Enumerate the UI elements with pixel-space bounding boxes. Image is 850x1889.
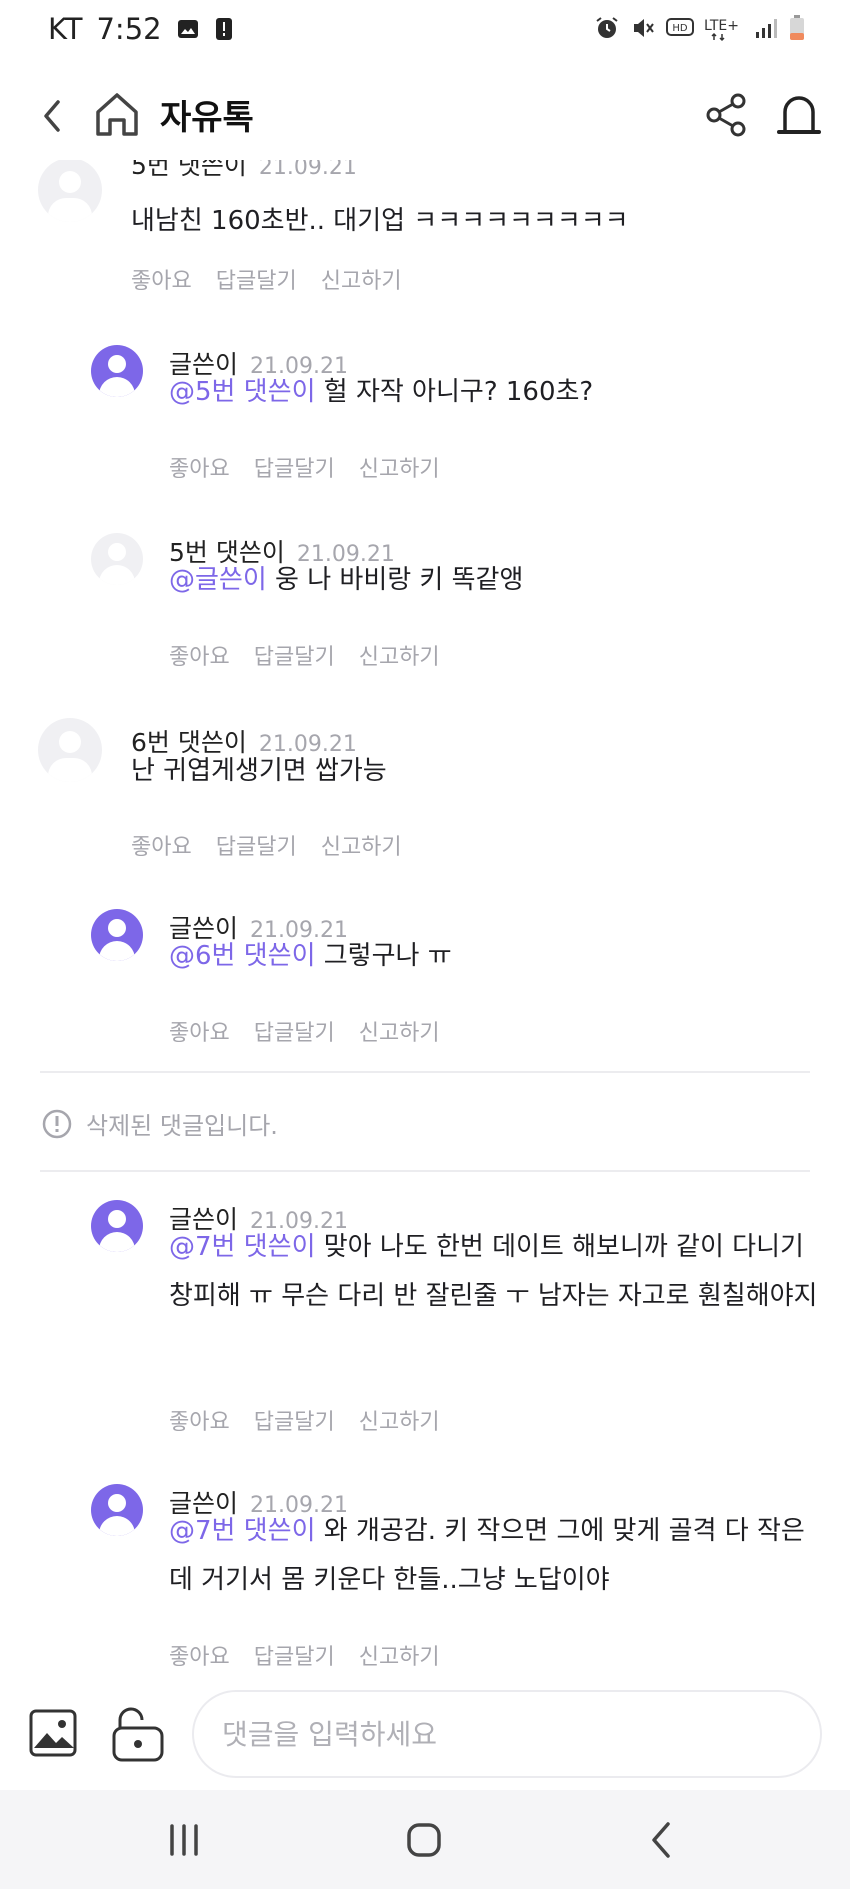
image-attach-icon[interactable]	[28, 1708, 78, 1758]
divider	[40, 1071, 810, 1073]
back-nav-icon[interactable]	[640, 1818, 684, 1862]
reply-button[interactable]: 답글달기	[216, 835, 297, 860]
like-button[interactable]: 좋아요	[169, 1645, 230, 1670]
svg-text:HD: HD	[672, 23, 688, 34]
comment-item: 5번 댓쓴이 21.09.21 내남친 160초반.. 대기업 ㅋㅋㅋㅋㅋㅋㅋㅋㅋ…	[0, 160, 850, 310]
reply-button[interactable]: 답글달기	[216, 269, 297, 294]
comment-composer	[0, 1690, 850, 1790]
comment-actions: 좋아요 답글달기 신고하기	[169, 639, 464, 671]
report-button[interactable]: 신고하기	[359, 1645, 440, 1670]
comment-actions: 좋아요 답글달기 신고하기	[169, 1404, 464, 1436]
gallery-notification-icon	[177, 20, 198, 38]
mention-link[interactable]: @6번 댓쓴이	[169, 941, 316, 971]
like-button[interactable]: 좋아요	[169, 645, 230, 670]
hd-voice-icon: HD	[666, 18, 694, 36]
comment-text: @7번 댓쓴이 맞아 나도 한번 데이트 해보니까 같이 다니기 창피해 ㅠ 무…	[169, 1232, 818, 1311]
like-button[interactable]: 좋아요	[131, 835, 192, 860]
mute-icon	[634, 19, 654, 37]
like-button[interactable]: 좋아요	[169, 1410, 230, 1435]
report-button[interactable]: 신고하기	[359, 457, 440, 482]
deleted-comment-text: 삭제된 댓글입니다.	[86, 1112, 278, 1140]
deleted-comment-notice: 삭제된 댓글입니다.	[42, 1106, 278, 1141]
report-button[interactable]: 신고하기	[321, 835, 402, 860]
comment-feed[interactable]: 5번 댓쓴이 21.09.21 내남친 160초반.. 대기업 ㅋㅋㅋㅋㅋㅋㅋㅋㅋ…	[0, 160, 850, 1690]
status-bar: KT 7:52 HD LTE+	[0, 0, 850, 60]
unlock-icon[interactable]	[110, 1704, 166, 1762]
alarm-icon	[596, 17, 618, 38]
comment-actions: 좋아요 답글달기 신고하기	[169, 1015, 464, 1047]
comment-text: @5번 댓쓴이 헐 자작 아니구? 160초?	[169, 377, 594, 407]
reply-item: 글쓴이 21.09.21 @5번 댓쓴이 헐 자작 아니구? 160초? 좋아요 답…	[0, 345, 850, 515]
author-avatar	[91, 345, 143, 397]
reply-button[interactable]: 답글달기	[254, 1021, 335, 1046]
comment-text: 난 귀엽게생기면 쌉가능	[131, 756, 387, 786]
clock: 7:52	[96, 12, 162, 46]
author-avatar	[91, 1484, 143, 1536]
divider	[40, 1170, 810, 1172]
comment-actions: 좋아요 답글달기 신고하기	[131, 829, 426, 861]
mention-link[interactable]: @5번 댓쓴이	[169, 377, 316, 407]
comment-text: @7번 댓쓴이 와 개공감. 키 작으면 그에 맞게 골격 다 작은데 거기서 …	[169, 1516, 805, 1595]
mention-link[interactable]: @7번 댓쓴이	[169, 1516, 316, 1546]
reply-item: 글쓴이 21.09.21 @7번 댓쓴이 맞아 나도 한번 데이트 해보니까 같이…	[0, 1200, 850, 1460]
like-button[interactable]: 좋아요	[131, 269, 192, 294]
system-nav-bar	[0, 1790, 850, 1889]
reply-item: 글쓴이 21.09.21 @6번 댓쓴이 그렇구나 ㅠ 좋아요 답글달기 신고하기	[0, 909, 850, 1079]
report-button[interactable]: 신고하기	[359, 1410, 440, 1435]
comment-actions: 좋아요 답글달기 신고하기	[169, 1639, 464, 1671]
report-button[interactable]: 신고하기	[359, 1021, 440, 1046]
page-title: 자유톡	[160, 98, 254, 138]
siren-notification-icon[interactable]	[776, 90, 822, 140]
info-icon	[42, 1109, 72, 1138]
reply-button[interactable]: 답글달기	[254, 1410, 335, 1435]
comment-input[interactable]	[192, 1690, 822, 1778]
reply-item: 글쓴이 21.09.21 @7번 댓쓴이 와 개공감. 키 작으면 그에 맞게 골…	[0, 1484, 850, 1690]
battery-icon	[790, 15, 804, 40]
share-icon[interactable]	[704, 92, 748, 138]
author-avatar	[91, 1200, 143, 1252]
comment-text: 내남친 160초반.. 대기업 ㅋㅋㅋㅋㅋㅋㅋㅋㅋ	[131, 206, 629, 236]
home-nav-icon[interactable]	[402, 1818, 446, 1862]
back-arrow-icon[interactable]	[34, 94, 70, 138]
reply-button[interactable]: 답글달기	[254, 457, 335, 482]
avatar	[38, 718, 102, 782]
reply-button[interactable]: 답글달기	[254, 645, 335, 670]
svg-text:LTE+: LTE+	[704, 18, 739, 34]
comment-item: 6번 댓쓴이 21.09.21 난 귀엽게생기면 쌉가능 좋아요 답글달기 신고하기	[0, 718, 850, 888]
carrier-label: KT	[48, 12, 83, 46]
alert-notification-icon	[215, 18, 232, 40]
reply-button[interactable]: 답글달기	[254, 1645, 335, 1670]
like-button[interactable]: 좋아요	[169, 1021, 230, 1046]
reply-item: 5번 댓쓴이 21.09.21 @글쓴이 웅 나 바비랑 키 똑같앵 좋아요 답글달…	[0, 533, 850, 703]
signal-strength-icon	[756, 19, 777, 38]
avatar	[38, 160, 102, 222]
author-avatar	[91, 909, 143, 961]
report-button[interactable]: 신고하기	[359, 645, 440, 670]
comment-author: 5번 댓쓴이	[131, 160, 247, 180]
report-button[interactable]: 신고하기	[321, 269, 402, 294]
comment-text: @6번 댓쓴이 그렇구나 ㅠ	[169, 941, 452, 971]
comment-meta: 5번 댓쓴이 21.09.21	[131, 160, 357, 182]
comment-actions: 좋아요 답글달기 신고하기	[169, 451, 464, 483]
home-icon[interactable]	[94, 90, 140, 138]
app-header: 자유톡	[0, 70, 850, 160]
mention-link[interactable]: @글쓴이	[169, 565, 267, 595]
lte-signal-icon: LTE+	[704, 18, 739, 42]
comment-text: @글쓴이 웅 나 바비랑 키 똑같앵	[169, 565, 524, 595]
mention-link[interactable]: @7번 댓쓴이	[169, 1232, 316, 1262]
comment-date: 21.09.21	[258, 160, 357, 180]
recent-apps-icon[interactable]	[164, 1818, 208, 1862]
avatar	[91, 533, 143, 585]
comment-actions: 좋아요 답글달기 신고하기	[131, 263, 426, 295]
like-button[interactable]: 좋아요	[169, 457, 230, 482]
